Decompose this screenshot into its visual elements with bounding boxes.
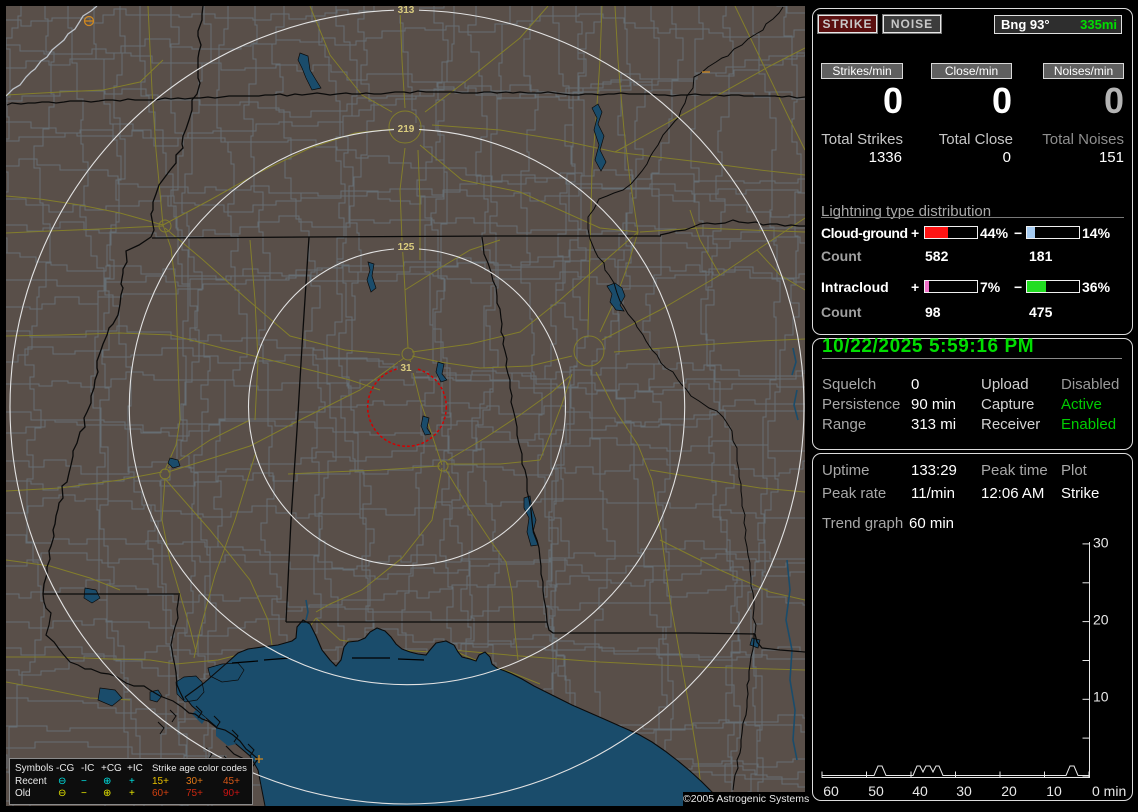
svg-text:30: 30	[956, 783, 972, 799]
svg-text:50: 50	[868, 783, 884, 799]
svg-text:30: 30	[1093, 534, 1109, 550]
svg-text:10: 10	[1046, 783, 1062, 799]
svg-text:20: 20	[1001, 783, 1017, 799]
svg-text:0 min: 0 min	[1092, 783, 1126, 799]
svg-text:10: 10	[1093, 688, 1109, 704]
svg-text:40: 40	[912, 783, 928, 799]
svg-text:60: 60	[823, 783, 839, 799]
svg-text:20: 20	[1093, 611, 1109, 627]
